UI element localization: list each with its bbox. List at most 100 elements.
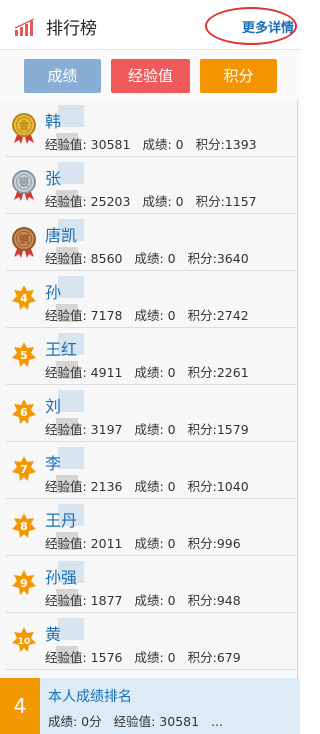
svg-text:7: 7 bbox=[20, 463, 28, 476]
user-stats: 经验值: 1877 成绩: 0 积分:948 bbox=[45, 590, 253, 609]
score-value: 成绩: 0 bbox=[134, 650, 176, 665]
points-value: 积分:1040 bbox=[187, 479, 249, 494]
header-bar: 排行榜 更多详情 bbox=[0, 0, 300, 50]
user-stats: 经验值: 3197 成绩: 0 积分:1579 bbox=[45, 419, 261, 438]
score-value: 成绩: 0 bbox=[134, 479, 176, 494]
exp-value: 经验值: 4911 bbox=[45, 365, 123, 380]
points-value: 积分:1579 bbox=[187, 422, 249, 437]
rank-star-badge-icon: 6 bbox=[12, 399, 36, 424]
points-value: 积分:948 bbox=[187, 593, 241, 608]
bronze-medal-icon: 铜 bbox=[12, 227, 36, 258]
exp-value: 经验值: 7178 bbox=[45, 308, 123, 323]
user-stats: 经验值: 2011 成绩: 0 积分:996 bbox=[45, 533, 253, 552]
ranking-tabs: 成绩 经验值 积分 bbox=[0, 50, 300, 100]
rank-star-badge-icon: 9 bbox=[12, 570, 36, 595]
score-value: 成绩: 0 bbox=[134, 308, 176, 323]
rank-star-badge-icon: 10 bbox=[12, 627, 36, 652]
exp-value: 经验值: 25203 bbox=[45, 194, 131, 209]
my-score: 成绩: 0分 bbox=[48, 714, 102, 729]
rank-star-badge-icon: 8 bbox=[12, 513, 36, 538]
exp-value: 经验值: 8560 bbox=[45, 251, 123, 266]
name-privacy-blur bbox=[58, 105, 84, 127]
list-item[interactable]: 金 韩经验值: 30581 成绩: 0 积分:1393 bbox=[6, 100, 296, 157]
score-value: 成绩: 0 bbox=[134, 251, 176, 266]
user-name[interactable]: 张 bbox=[45, 165, 61, 189]
list-item[interactable]: 9 孙强经验值: 1877 成绩: 0 积分:948 bbox=[6, 556, 296, 613]
tab-score[interactable]: 成绩 bbox=[24, 59, 101, 93]
exp-value: 经验值: 1576 bbox=[45, 650, 123, 665]
user-stats: 经验值: 4911 成绩: 0 积分:2261 bbox=[45, 362, 261, 381]
score-value: 成绩: 0 bbox=[134, 593, 176, 608]
list-item[interactable]: 10 黄经验值: 1576 成绩: 0 积分:679 bbox=[6, 613, 296, 670]
list-scroll-edge bbox=[297, 100, 298, 680]
gold-medal-icon: 金 bbox=[12, 113, 36, 144]
my-rank-number: 4 bbox=[0, 678, 40, 734]
points-value: 积分:2742 bbox=[187, 308, 249, 323]
svg-text:银: 银 bbox=[19, 176, 30, 189]
my-rank-label: 本人成绩排名 bbox=[48, 689, 132, 705]
my-rank-stats: 成绩: 0分 经验值: 30581 ... bbox=[48, 711, 231, 730]
tab-experience[interactable]: 经验值 bbox=[111, 59, 190, 93]
name-privacy-blur bbox=[58, 618, 84, 640]
user-stats: 经验值: 1576 成绩: 0 积分:679 bbox=[45, 647, 253, 666]
rank-star-badge-icon: 5 bbox=[12, 342, 36, 367]
my-experience: 经验值: 30581 bbox=[113, 714, 200, 729]
list-item[interactable]: 铜 唐凯经验值: 8560 成绩: 0 积分:3640 bbox=[6, 214, 296, 271]
list-item[interactable]: 5 王红经验值: 4911 成绩: 0 积分:2261 bbox=[6, 328, 296, 385]
list-item[interactable]: 6 刘经验值: 3197 成绩: 0 积分:1579 bbox=[6, 385, 296, 442]
rank-star-badge-icon: 7 bbox=[12, 456, 36, 481]
list-item[interactable]: 4 孙经验值: 7178 成绩: 0 积分:2742 bbox=[6, 271, 296, 328]
user-name[interactable]: 李 bbox=[45, 450, 61, 474]
exp-value: 经验值: 2011 bbox=[45, 536, 123, 551]
user-name[interactable]: 刘 bbox=[45, 393, 61, 417]
name-privacy-blur bbox=[58, 162, 84, 184]
svg-text:9: 9 bbox=[20, 577, 28, 590]
user-name[interactable]: 王红 bbox=[45, 336, 77, 360]
score-value: 成绩: 0 bbox=[134, 422, 176, 437]
rank-star-badge-icon: 4 bbox=[12, 285, 36, 310]
more-details-link[interactable]: 更多详情 bbox=[242, 17, 294, 36]
bar-chart-icon bbox=[14, 18, 35, 36]
score-value: 成绩: 0 bbox=[142, 194, 184, 209]
name-privacy-blur bbox=[58, 447, 84, 469]
name-privacy-blur bbox=[58, 390, 84, 412]
my-more-ellipsis: ... bbox=[211, 714, 223, 729]
user-stats: 经验值: 8560 成绩: 0 积分:3640 bbox=[45, 248, 261, 267]
name-privacy-blur bbox=[58, 276, 84, 298]
tab-points[interactable]: 积分 bbox=[200, 59, 277, 93]
svg-text:铜: 铜 bbox=[19, 233, 29, 246]
user-name[interactable]: 孙强 bbox=[45, 564, 77, 588]
user-name[interactable]: 韩 bbox=[45, 108, 61, 132]
exp-value: 经验值: 2136 bbox=[45, 479, 123, 494]
list-item[interactable]: 8 王丹经验值: 2011 成绩: 0 积分:996 bbox=[6, 499, 296, 556]
user-name[interactable]: 王丹 bbox=[45, 507, 77, 531]
points-value: 积分:1393 bbox=[195, 137, 257, 152]
list-item[interactable]: 银 张经验值: 25203 成绩: 0 积分:1157 bbox=[6, 157, 296, 214]
user-stats: 经验值: 7178 成绩: 0 积分:2742 bbox=[45, 305, 261, 324]
user-name[interactable]: 黄 bbox=[45, 621, 61, 645]
leaderboard-panel: 排行榜 更多详情 成绩 经验值 积分 金 韩经验值: 30581 成绩: 0 积分:1… bbox=[0, 0, 300, 734]
exp-value: 经验值: 30581 bbox=[45, 137, 131, 152]
page-title: 排行榜 bbox=[46, 19, 97, 39]
user-name[interactable]: 孙 bbox=[45, 279, 61, 303]
user-name[interactable]: 唐凯 bbox=[45, 222, 77, 246]
list-item[interactable]: 7 李经验值: 2136 成绩: 0 积分:1040 bbox=[6, 442, 296, 499]
my-rank-bar[interactable]: 4 本人成绩排名 成绩: 0分 经验值: 30581 ... bbox=[0, 678, 300, 734]
points-value: 积分:2261 bbox=[187, 365, 249, 380]
points-value: 积分:3640 bbox=[187, 251, 249, 266]
points-value: 积分:996 bbox=[187, 536, 241, 551]
user-stats: 经验值: 30581 成绩: 0 积分:1393 bbox=[45, 134, 269, 153]
points-value: 积分:679 bbox=[187, 650, 241, 665]
svg-text:5: 5 bbox=[20, 349, 28, 362]
svg-text:6: 6 bbox=[20, 406, 28, 419]
silver-medal-icon: 银 bbox=[12, 170, 36, 201]
user-stats: 经验值: 2136 成绩: 0 积分:1040 bbox=[45, 476, 261, 495]
score-value: 成绩: 0 bbox=[134, 365, 176, 380]
exp-value: 经验值: 1877 bbox=[45, 593, 123, 608]
svg-text:8: 8 bbox=[20, 520, 28, 533]
exp-value: 经验值: 3197 bbox=[45, 422, 123, 437]
svg-text:10: 10 bbox=[18, 637, 31, 647]
user-stats: 经验值: 25203 成绩: 0 积分:1157 bbox=[45, 191, 269, 210]
svg-text:金: 金 bbox=[18, 119, 30, 132]
svg-text:4: 4 bbox=[20, 292, 28, 305]
